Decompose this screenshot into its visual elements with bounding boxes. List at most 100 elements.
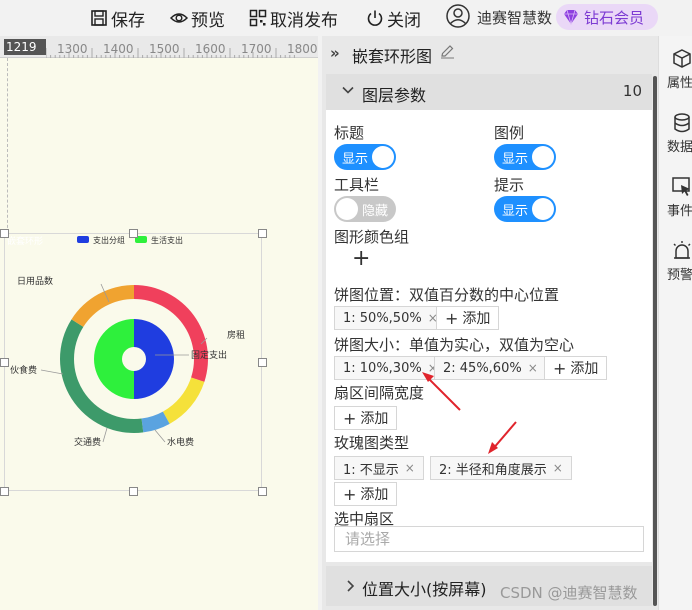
resize-handle[interactable] (129, 487, 138, 496)
ruler-mark: 1500 (149, 42, 180, 56)
toolbar-label: 工具栏 (334, 176, 380, 194)
title-toggle[interactable]: 显示 (334, 144, 396, 170)
nested-donut-chart[interactable]: 嵌套环形 支出分组 生活支出日用品数房租伙食费 固定支出交通费 水电费 (5, 234, 263, 492)
watermark: CSDN @迪赛智慧数 (500, 584, 638, 602)
save-label: 保存 (111, 10, 145, 31)
tooltip-label: 提示 (494, 176, 525, 194)
alarm-icon (673, 241, 691, 259)
ruler-mark: 1300 (57, 42, 88, 56)
remove-tag-icon[interactable]: × (405, 461, 415, 475)
ruler-mark: 1600 (195, 42, 226, 56)
save-button[interactable]: 保存 (90, 5, 145, 31)
outer-slice (162, 377, 205, 424)
resize-handle[interactable] (0, 358, 9, 367)
design-canvas[interactable]: 1219 1300 1400 1500 1600 1700 1800 嵌套环形 支… (0, 36, 318, 610)
pie-position-tag[interactable]: 1: 50%,50% × (334, 306, 447, 330)
annotation-arrow (488, 421, 517, 454)
save-icon (91, 10, 107, 26)
vip-badge[interactable]: 钻石会员 (556, 4, 658, 30)
resize-handle[interactable] (129, 229, 138, 238)
ruler-mark: 1800 (287, 42, 318, 56)
ruler-mark: 1700 (241, 42, 272, 56)
rose-type-tag[interactable]: 1: 不显示 × (334, 456, 424, 480)
inner-slice (134, 319, 174, 399)
horizontal-ruler: 1219 1300 1400 1500 1600 1700 1800 (0, 36, 318, 58)
database-icon (674, 113, 690, 133)
tab-alert[interactable]: 预警 (659, 240, 692, 283)
tooltip-toggle-text: 显示 (502, 204, 529, 219)
right-icon-bar: 属性 数据 事件 预警 (658, 36, 692, 610)
layer-params-header[interactable]: 图层参数 10 (326, 74, 652, 110)
title-toggle-text: 显示 (342, 152, 369, 167)
selected-sector-select[interactable]: 请选择 (334, 526, 644, 552)
layer-params-count: 10 (622, 82, 642, 100)
add-pie-size-button[interactable]: + 添加 (544, 356, 608, 380)
tab-alert-label: 预警 (667, 268, 692, 283)
legend-label: 图例 (494, 124, 525, 142)
tab-events[interactable]: 事件 (659, 176, 692, 219)
rose-type-label: 玫瑰图类型 (334, 434, 410, 452)
toolbar-toggle-text: 隐藏 (361, 204, 388, 219)
toolbar-toggle[interactable]: 隐藏 (334, 196, 396, 222)
add-sector-gap-button[interactable]: + 添加 (334, 406, 398, 430)
add-color-button[interactable]: + (352, 246, 370, 271)
rose-type-tag-text: 1: 不显示 (343, 462, 399, 478)
legend-toggle[interactable]: 显示 (494, 144, 556, 170)
add-rose-type-button[interactable]: + 添加 (334, 482, 398, 506)
legend-label: 生活支出 (151, 235, 183, 245)
top-toolbar: 保存 预览 取消发布 关闭 迪赛智慧数 钻石会员 (0, 0, 692, 36)
leader-line (102, 427, 108, 443)
slice-label: 日用品数 (17, 275, 53, 287)
remove-tag-icon[interactable]: × (553, 461, 563, 475)
user-avatar-icon[interactable] (446, 4, 470, 28)
chart-widget[interactable]: 嵌套环形 支出分组 生活支出 日用品数 房租 伙食费 固定支出 交通费 水电费 (4, 233, 262, 491)
resize-handle[interactable] (0, 229, 9, 238)
leader-line (154, 429, 166, 443)
panel-scrollbar[interactable] (653, 76, 657, 606)
unpublish-button[interactable]: 取消发布 (249, 5, 338, 31)
add-pie-position-button[interactable]: + 添加 (436, 306, 500, 330)
chevron-down-icon (342, 86, 354, 94)
collapse-panel-icon[interactable]: » (330, 44, 340, 62)
resize-handle[interactable] (258, 358, 267, 367)
resize-handle[interactable] (258, 487, 267, 496)
color-group-label: 图形颜色组 (334, 228, 410, 246)
unpublish-label: 取消发布 (270, 10, 338, 31)
tab-data-label: 数据 (667, 140, 692, 155)
qrcode-icon (249, 9, 267, 27)
close-button[interactable]: 关闭 (366, 5, 421, 31)
legend-swatch (77, 236, 89, 243)
edit-pencil-icon[interactable] (440, 44, 455, 59)
ruler-mark: 1400 (103, 42, 134, 56)
ruler-start-value: 1219 (4, 39, 46, 55)
position-size-title: 位置大小(按屏幕) (362, 580, 487, 599)
tab-attributes[interactable]: 属性 (659, 48, 692, 91)
layer-params-title: 图层参数 (362, 86, 427, 105)
power-icon (367, 10, 383, 26)
leader-line (40, 369, 64, 375)
cube-icon (673, 49, 691, 68)
legend-toggle-text: 显示 (502, 152, 529, 167)
remove-tag-icon[interactable]: × (528, 361, 538, 375)
tooltip-toggle[interactable]: 显示 (494, 196, 556, 222)
chevron-right-icon (347, 580, 355, 592)
preview-button[interactable]: 预览 (170, 5, 225, 31)
resize-handle[interactable] (0, 487, 9, 496)
inner-slice (94, 319, 134, 399)
panel-header: » 嵌套环形图 (322, 36, 658, 70)
pie-position-label: 饼图位置：双值百分数的中心位置 (334, 286, 560, 304)
legend-label: 支出分组 (93, 235, 125, 245)
tab-data[interactable]: 数据 (659, 112, 692, 155)
slice-label: 房租 (227, 329, 245, 341)
layer-params-form: 标题 显示 图例 显示 工具栏 隐藏 提示 显示 图形颜色组 + 饼图位置：双值… (326, 110, 652, 562)
vip-label: 钻石会员 (584, 8, 645, 27)
add-label: 添加 (570, 361, 599, 377)
panel-title: 嵌套环形图 (352, 47, 433, 66)
add-label: 添加 (462, 311, 491, 327)
resize-handle[interactable] (258, 229, 267, 238)
user-name[interactable]: 迪赛智慧数 (477, 7, 552, 28)
sector-gap-label: 扇区间隔宽度 (334, 384, 425, 402)
diamond-icon (564, 9, 578, 25)
cursor-click-icon (672, 177, 690, 196)
add-label: 添加 (360, 411, 389, 427)
